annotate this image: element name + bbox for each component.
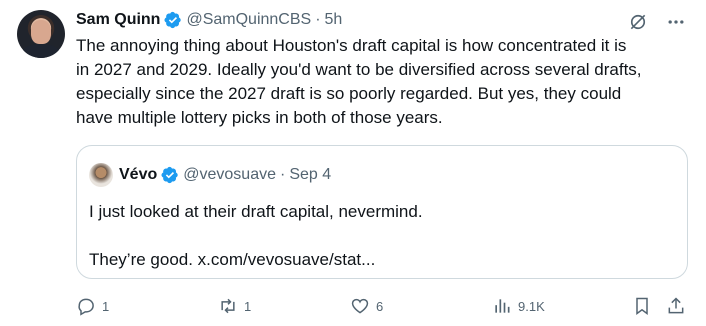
verified-badge-icon [164,11,182,29]
quoted-line-1: I just looked at their draft capital, ne… [89,202,423,221]
repost-icon [221,298,235,314]
post-line-3: especially since the 2027 draft is so po… [76,84,622,103]
author-name[interactable]: Sam Quinn [76,11,160,29]
quoted-avatar [89,163,113,187]
post-text: The annoying thing about Houston's draft… [76,34,686,130]
top-actions [628,12,686,32]
post-header: Sam Quinn @SamQuinnCBS · 5h [76,10,342,30]
views-button[interactable]: 9.1K [492,294,545,318]
author-avatar[interactable] [17,10,65,58]
like-button[interactable]: 6 [350,294,383,318]
quoted-time: Sep 4 [289,166,332,183]
grok-icon[interactable] [628,12,648,32]
like-count: 6 [376,298,384,314]
bookmark-button[interactable] [632,294,652,318]
quoted-separator-dot: · [279,166,286,183]
post-time[interactable]: 5h [325,11,343,29]
post-line-2: in 2027 and 2029. Ideally you'd want to … [76,60,642,79]
repost-count: 1 [244,298,252,314]
quoted-verified-badge-icon [161,166,179,184]
share-button[interactable] [666,294,686,318]
avatar-face [31,20,51,44]
quoted-post-card[interactable]: Vévo @vevosuave · Sep 4 I just looked at… [76,145,688,279]
post-line-4: have multiple lottery picks in both of t… [76,108,443,127]
separator-dot: · [315,11,321,28]
author-handle[interactable]: @SamQuinnCBS [186,11,311,29]
views-count: 9.1K [518,298,545,314]
avatar-shirt [21,44,61,58]
views-icon [495,299,510,313]
repost-button[interactable]: 1 [218,294,251,318]
post-line-1: The annoying thing about Houston's draft… [76,36,627,55]
quoted-line-2: They’re good. x.com/vevosuave/stat... [89,250,376,269]
quoted-header: Vévo @vevosuave · Sep 4 [89,163,332,187]
quoted-author-handle: @vevosuave [183,166,276,183]
like-icon [351,298,369,314]
action-bar: 1 1 6 9.1K [76,294,688,318]
reply-icon [78,298,94,316]
quoted-author-name: Vévo [119,166,158,183]
more-icon[interactable] [666,12,686,32]
share-icon [668,297,684,314]
reply-button[interactable]: 1 [76,294,109,318]
bookmark-icon [636,297,648,315]
reply-count: 1 [102,298,110,314]
quoted-text: I just looked at their draft capital, ne… [89,200,423,272]
